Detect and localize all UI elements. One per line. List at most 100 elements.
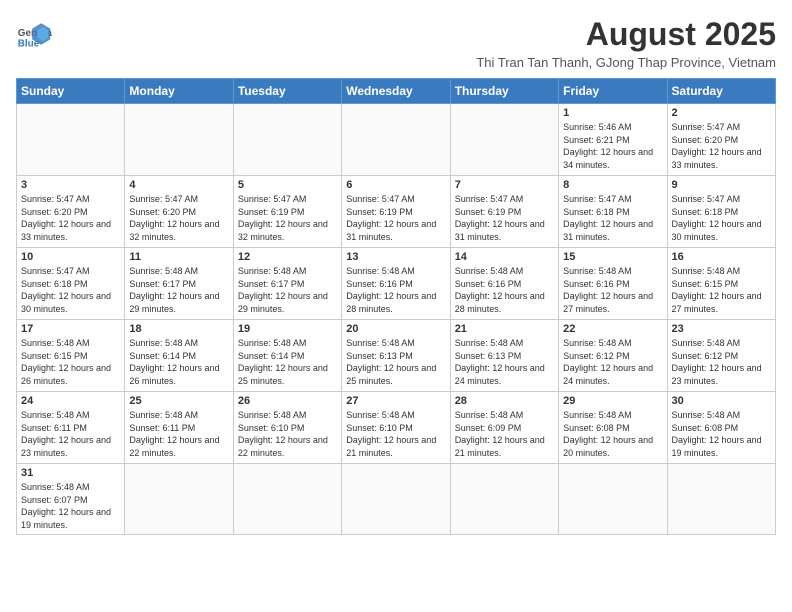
calendar-week-row: 31 Sunrise: 5:48 AMSunset: 6:07 PMDayligh… [17,464,776,535]
calendar-week-row: 1 Sunrise: 5:46 AMSunset: 6:21 PMDaylight… [17,104,776,176]
day-info: Sunrise: 5:47 AMSunset: 6:19 PMDaylight:… [346,193,445,243]
calendar-day-cell: 27Sunrise: 5:48 AMSunset: 6:10 PMDayligh… [342,392,450,464]
day-info: Sunrise: 5:48 AMSunset: 6:14 PMDaylight:… [238,337,337,387]
calendar-header-row: SundayMondayTuesdayWednesdayThursdayFrid… [17,79,776,104]
title-area: August 2025 Thi Tran Tan Thanh, GJong Th… [476,16,776,70]
calendar-day-cell: 17Sunrise: 5:48 AMSunset: 6:15 PMDayligh… [17,320,125,392]
day-number: 5 [238,179,337,191]
day-info: Sunrise: 5:48 AMSunset: 6:10 PMDaylight:… [346,409,445,459]
calendar-day-cell: 9 Sunrise: 5:47 AMSunset: 6:18 PMDaylight… [667,176,775,248]
calendar-day-cell: 20 Sunrise: 5:48 AMSunset: 6:13 PMDayligh… [342,320,450,392]
day-info: Sunrise: 5:48 AMSunset: 6:09 PMDaylight:… [455,409,554,459]
calendar-day-cell [233,464,341,535]
day-number: 3 [21,179,120,191]
calendar-day-cell: 7Sunrise: 5:47 AMSunset: 6:19 PMDaylight… [450,176,558,248]
calendar-day-cell [450,464,558,535]
calendar-day-cell [17,104,125,176]
day-number: 17 [21,323,120,335]
calendar-day-cell: 24 Sunrise: 5:48 AMSunset: 6:11 PMDayligh… [17,392,125,464]
calendar-week-row: 3 Sunrise: 5:47 AMSunset: 6:20 PMDaylight… [17,176,776,248]
day-of-week-header: Friday [559,79,667,104]
day-info: Sunrise: 5:47 AMSunset: 6:18 PMDaylight:… [21,265,120,315]
day-info: Sunrise: 5:48 AMSunset: 6:12 PMDaylight:… [672,337,771,387]
day-info: Sunrise: 5:47 AMSunset: 6:20 PMDaylight:… [672,121,771,171]
calendar-day-cell [125,464,233,535]
calendar-week-row: 24 Sunrise: 5:48 AMSunset: 6:11 PMDayligh… [17,392,776,464]
calendar-day-cell: 26 Sunrise: 5:48 AMSunset: 6:10 PMDayligh… [233,392,341,464]
day-info: Sunrise: 5:47 AMSunset: 6:20 PMDaylight:… [129,193,228,243]
day-number: 31 [21,467,120,479]
calendar-week-row: 17Sunrise: 5:48 AMSunset: 6:15 PMDayligh… [17,320,776,392]
day-info: Sunrise: 5:47 AMSunset: 6:20 PMDaylight:… [21,193,120,243]
day-number: 16 [672,251,771,263]
calendar-day-cell: 18 Sunrise: 5:48 AMSunset: 6:14 PMDayligh… [125,320,233,392]
day-info: Sunrise: 5:48 AMSunset: 6:16 PMDaylight:… [563,265,662,315]
calendar-day-cell: 13Sunrise: 5:48 AMSunset: 6:16 PMDayligh… [342,248,450,320]
calendar-day-cell: 15Sunrise: 5:48 AMSunset: 6:16 PMDayligh… [559,248,667,320]
day-number: 9 [672,179,771,191]
calendar-day-cell [125,104,233,176]
day-info: Sunrise: 5:48 AMSunset: 6:16 PMDaylight:… [455,265,554,315]
day-number: 28 [455,395,554,407]
calendar-day-cell: 23 Sunrise: 5:48 AMSunset: 6:12 PMDayligh… [667,320,775,392]
calendar-day-cell [233,104,341,176]
calendar-day-cell: 6 Sunrise: 5:47 AMSunset: 6:19 PMDaylight… [342,176,450,248]
page-header: General Blue August 2025 Thi Tran Tan Th… [16,16,776,70]
day-info: Sunrise: 5:48 AMSunset: 6:08 PMDaylight:… [563,409,662,459]
logo: General Blue [16,16,52,52]
calendar-day-cell [342,104,450,176]
subtitle: Thi Tran Tan Thanh, GJong Thap Province,… [476,55,776,70]
day-number: 30 [672,395,771,407]
calendar-day-cell: 5Sunrise: 5:47 AMSunset: 6:19 PMDaylight… [233,176,341,248]
calendar-day-cell: 8Sunrise: 5:47 AMSunset: 6:18 PMDaylight… [559,176,667,248]
calendar-day-cell: 4Sunrise: 5:47 AMSunset: 6:20 PMDaylight… [125,176,233,248]
calendar-day-cell: 3 Sunrise: 5:47 AMSunset: 6:20 PMDaylight… [17,176,125,248]
calendar-day-cell: 21 Sunrise: 5:48 AMSunset: 6:13 PMDayligh… [450,320,558,392]
day-info: Sunrise: 5:46 AMSunset: 6:21 PMDaylight:… [563,121,662,171]
day-info: Sunrise: 5:47 AMSunset: 6:18 PMDaylight:… [672,193,771,243]
calendar-day-cell: 30 Sunrise: 5:48 AMSunset: 6:08 PMDayligh… [667,392,775,464]
day-info: Sunrise: 5:48 AMSunset: 6:10 PMDaylight:… [238,409,337,459]
day-of-week-header: Wednesday [342,79,450,104]
day-of-week-header: Saturday [667,79,775,104]
day-number: 20 [346,323,445,335]
logo-icon: General Blue [16,16,52,52]
day-info: Sunrise: 5:48 AMSunset: 6:07 PMDaylight:… [21,481,120,531]
day-info: Sunrise: 5:48 AMSunset: 6:11 PMDaylight:… [21,409,120,459]
day-number: 22 [563,323,662,335]
day-info: Sunrise: 5:48 AMSunset: 6:13 PMDaylight:… [346,337,445,387]
day-info: Sunrise: 5:48 AMSunset: 6:14 PMDaylight:… [129,337,228,387]
calendar-day-cell: 1 Sunrise: 5:46 AMSunset: 6:21 PMDaylight… [559,104,667,176]
day-number: 12 [238,251,337,263]
day-number: 10 [21,251,120,263]
day-number: 11 [129,251,228,263]
calendar-day-cell: 11 Sunrise: 5:48 AMSunset: 6:17 PMDayligh… [125,248,233,320]
day-info: Sunrise: 5:48 AMSunset: 6:13 PMDaylight:… [455,337,554,387]
day-info: Sunrise: 5:48 AMSunset: 6:16 PMDaylight:… [346,265,445,315]
calendar-day-cell: 22 Sunrise: 5:48 AMSunset: 6:12 PMDayligh… [559,320,667,392]
day-info: Sunrise: 5:48 AMSunset: 6:08 PMDaylight:… [672,409,771,459]
day-info: Sunrise: 5:48 AMSunset: 6:17 PMDaylight:… [129,265,228,315]
calendar-table: SundayMondayTuesdayWednesdayThursdayFrid… [16,78,776,535]
calendar-day-cell: 25 Sunrise: 5:48 AMSunset: 6:11 PMDayligh… [125,392,233,464]
day-number: 8 [563,179,662,191]
month-title: August 2025 [476,16,776,53]
day-number: 21 [455,323,554,335]
day-info: Sunrise: 5:48 AMSunset: 6:17 PMDaylight:… [238,265,337,315]
day-number: 24 [21,395,120,407]
calendar-day-cell: 19Sunrise: 5:48 AMSunset: 6:14 PMDayligh… [233,320,341,392]
calendar-day-cell: 28 Sunrise: 5:48 AMSunset: 6:09 PMDayligh… [450,392,558,464]
day-number: 18 [129,323,228,335]
calendar-day-cell: 14Sunrise: 5:48 AMSunset: 6:16 PMDayligh… [450,248,558,320]
day-number: 29 [563,395,662,407]
day-of-week-header: Tuesday [233,79,341,104]
calendar-week-row: 10 Sunrise: 5:47 AMSunset: 6:18 PMDayligh… [17,248,776,320]
day-info: Sunrise: 5:48 AMSunset: 6:11 PMDaylight:… [129,409,228,459]
calendar-day-cell: 29 Sunrise: 5:48 AMSunset: 6:08 PMDayligh… [559,392,667,464]
day-number: 1 [563,107,662,119]
day-info: Sunrise: 5:48 AMSunset: 6:12 PMDaylight:… [563,337,662,387]
day-number: 26 [238,395,337,407]
day-number: 23 [672,323,771,335]
day-number: 25 [129,395,228,407]
day-number: 6 [346,179,445,191]
